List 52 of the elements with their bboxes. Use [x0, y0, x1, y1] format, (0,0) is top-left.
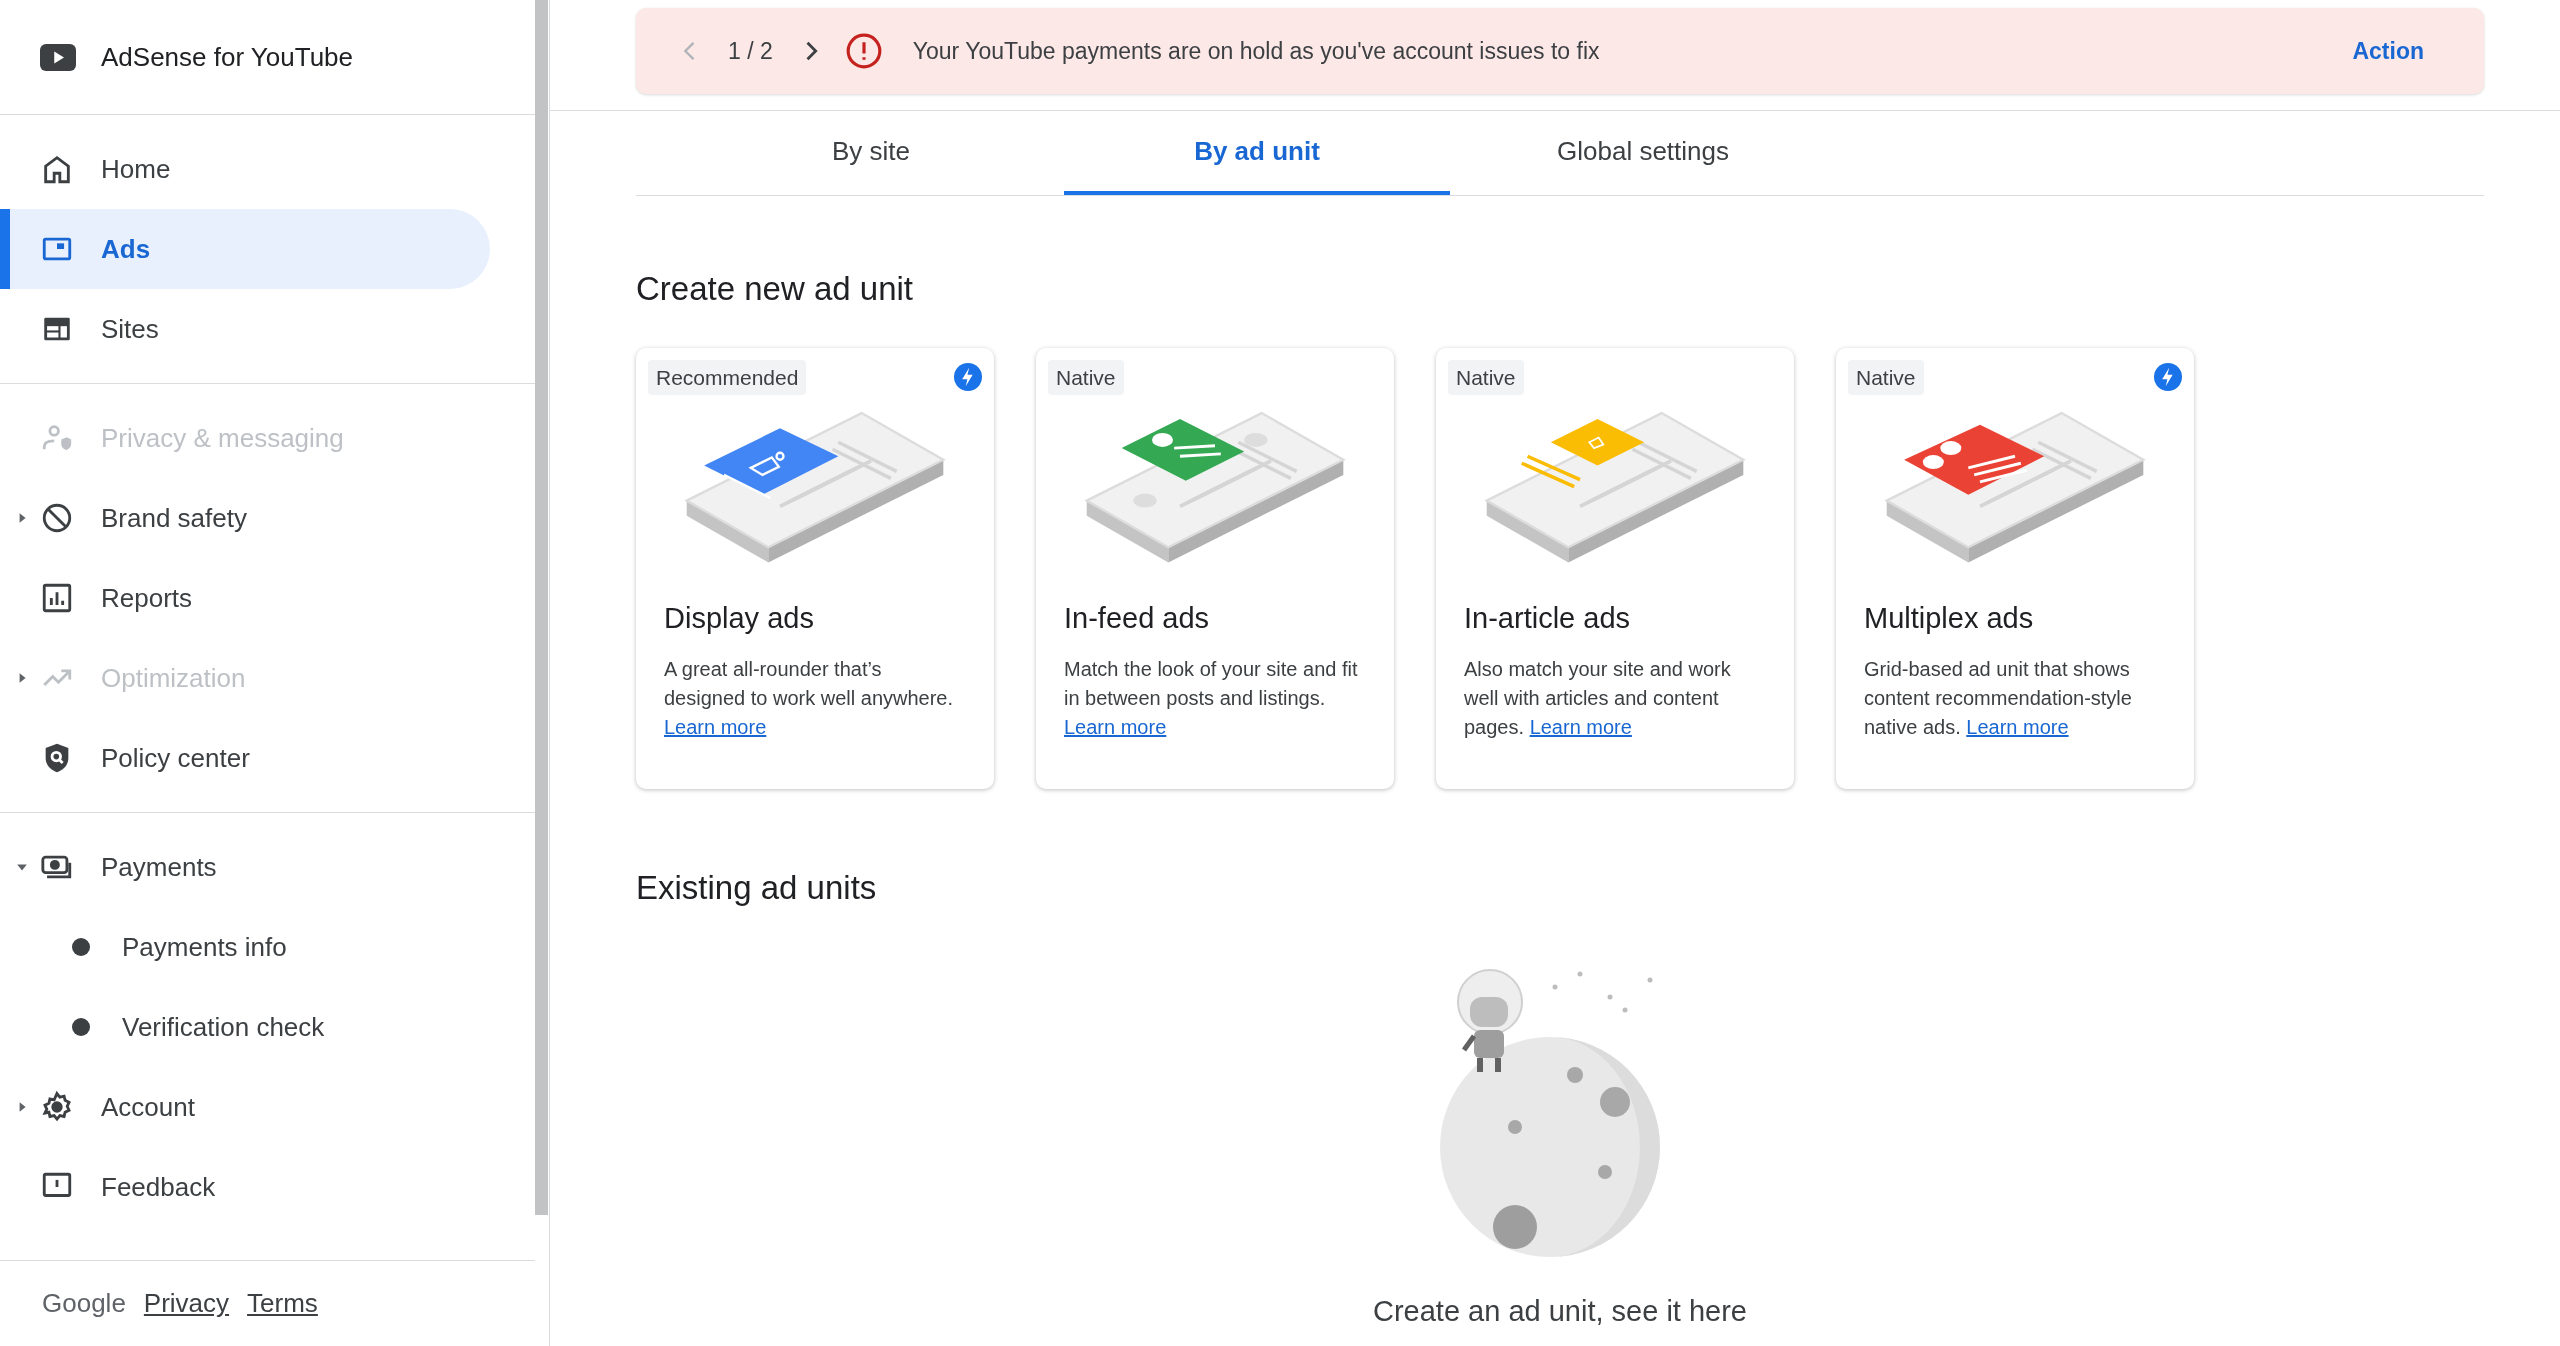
section-heading: Create new ad unit [636, 269, 914, 309]
nav-subitem[interactable]: Payments info [0, 907, 490, 987]
card-tag: Native [1848, 359, 1924, 395]
section-heading: Existing ad units [636, 867, 878, 908]
scrollbar-thumb[interactable] [535, 0, 548, 1215]
card-title: In-article ads [1464, 601, 1631, 636]
ad-unit-card[interactable]: Native Multiplex ads Grid-based ad unit that shows content recommendation-style native ads. Learn more [1836, 347, 2194, 789]
card-description: Grid-based ad unit that shows content recommendation-style native ads. Learn more [1864, 656, 2133, 740]
tab[interactable]: Global settings [1450, 111, 1836, 195]
pager-text: 1 / 2 [728, 36, 773, 66]
nav-item[interactable]: Feedback [0, 1147, 490, 1227]
error-icon [844, 32, 883, 70]
empty-state-text: Create an ad unit, see it here [1373, 1294, 1747, 1329]
ad-unit-card[interactable]: Native In-feed ads Match the look of your site and fit in between posts and listings. Learn more [1036, 347, 1394, 789]
nav-item[interactable]: Reports [0, 558, 490, 638]
nav-item[interactable]: Policy center [0, 718, 490, 798]
learn-more-link[interactable]: Learn more [664, 715, 767, 738]
nav-item[interactable]: Brand safety [0, 478, 490, 558]
tab[interactable]: By ad unit [1064, 111, 1450, 195]
ad-unit-card[interactable]: Native In-article ads Also match your site and work well with articles and content pages. Learn more [1436, 347, 1794, 789]
learn-more-link[interactable]: Learn more [1966, 715, 2069, 738]
nav-item[interactable]: Account [0, 1067, 490, 1147]
card-description: Also match your site and work well with articles and content pages. Learn more [1464, 656, 1732, 740]
card-tag: Native [1448, 359, 1524, 395]
learn-more-link[interactable]: Learn more [1529, 715, 1632, 738]
footer-link[interactable]: Terms [247, 1284, 318, 1323]
action-button[interactable]: Action [2332, 25, 2444, 77]
nav-subitem[interactable]: Verification check [0, 987, 490, 1067]
bullet-icon [72, 938, 90, 956]
ban-icon [40, 501, 74, 535]
bar-chart-icon [40, 581, 74, 615]
tab[interactable]: By site [678, 111, 1064, 195]
bullet-icon [72, 1018, 90, 1036]
card-title: Display ads [664, 601, 815, 636]
nav-item[interactable]: Sites [0, 289, 490, 369]
play-icon [40, 43, 76, 71]
footer-link[interactable]: Privacy [143, 1284, 230, 1323]
settings-icon [40, 1090, 74, 1124]
card-description: A great all-rounder that’s designed to work well anywhere. Learn more [664, 656, 955, 740]
card-title: Multiplex ads [1864, 601, 2035, 636]
nav-item[interactable]: Payments [0, 827, 490, 907]
alert-message: Your YouTube payments are on hold as you've account issues to fix [912, 36, 1600, 66]
card-tag: Native [1048, 359, 1124, 395]
nav-item[interactable]: Home [0, 129, 490, 209]
ad-unit-card[interactable]: Recommended Display ads A great all-rounder that’s designed to work well anywhere. Learn more [636, 347, 994, 789]
app-title: AdSense for YouTube [101, 40, 353, 74]
card-description: Match the look of your site and fit in between posts and listings. Learn more [1064, 656, 1359, 740]
nav-item[interactable]: Ads [0, 209, 490, 289]
learn-more-link[interactable]: Learn more [1064, 715, 1167, 738]
card-title: In-feed ads [1064, 601, 1211, 636]
google-wordmark: Google [42, 1287, 126, 1320]
card-tag: Recommended [648, 359, 807, 395]
